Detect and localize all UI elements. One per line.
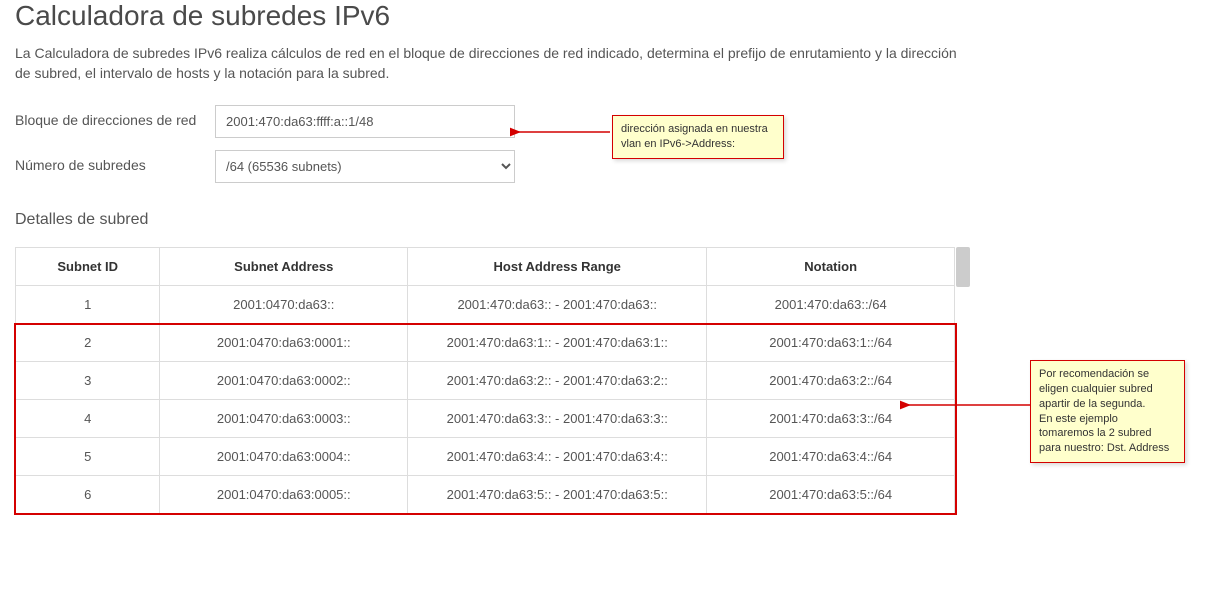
cell-notation: 2001:470:da63:3::/64 (707, 400, 955, 438)
callout-text: apartir de la segunda. (1039, 397, 1176, 412)
callout-address-note: dirección asignada en nuestra vlan en IP… (612, 115, 784, 159)
cell-id: 2 (16, 324, 160, 362)
th-host-range: Host Address Range (408, 248, 707, 286)
cell-range: 2001:470:da63:5:: - 2001:470:da63:5:: (408, 476, 707, 514)
callout-subnet-recommendation: Por recomendación se eligen cualquier su… (1030, 360, 1185, 463)
cell-id: 4 (16, 400, 160, 438)
cell-range: 2001:470:da63:3:: - 2001:470:da63:3:: (408, 400, 707, 438)
cell-notation: 2001:470:da63::/64 (707, 286, 955, 324)
page-title: Calculadora de subredes IPv6 (15, 0, 1198, 32)
scrollbar-thumb[interactable] (956, 247, 970, 287)
callout-text: vlan en IPv6->Address: (621, 137, 775, 152)
cell-range: 2001:470:da63:2:: - 2001:470:da63:2:: (408, 362, 707, 400)
table-row: 32001:0470:da63:0002::2001:470:da63:2:: … (16, 362, 955, 400)
table-row: 12001:0470:da63::2001:470:da63:: - 2001:… (16, 286, 955, 324)
cell-addr: 2001:0470:da63:: (160, 286, 408, 324)
cell-range: 2001:470:da63:: - 2001:470:da63:: (408, 286, 707, 324)
subnet-table-wrapper: Subnet ID Subnet Address Host Address Ra… (15, 247, 970, 514)
th-subnet-address: Subnet Address (160, 248, 408, 286)
callout-text: para nuestro: Dst. Address (1039, 441, 1176, 456)
cell-id: 1 (16, 286, 160, 324)
cell-notation: 2001:470:da63:4::/64 (707, 438, 955, 476)
cell-range: 2001:470:da63:1:: - 2001:470:da63:1:: (408, 324, 707, 362)
cell-notation: 2001:470:da63:2::/64 (707, 362, 955, 400)
table-row: 52001:0470:da63:0004::2001:470:da63:4:: … (16, 438, 955, 476)
cell-addr: 2001:0470:da63:0005:: (160, 476, 408, 514)
cell-notation: 2001:470:da63:5::/64 (707, 476, 955, 514)
subnet-details-heading: Detalles de subred (15, 211, 1198, 229)
th-subnet-id: Subnet ID (16, 248, 160, 286)
network-block-input[interactable] (215, 105, 515, 138)
table-row: 22001:0470:da63:0001::2001:470:da63:1:: … (16, 324, 955, 362)
callout-text: dirección asignada en nuestra (621, 122, 775, 137)
cell-notation: 2001:470:da63:1::/64 (707, 324, 955, 362)
cell-id: 3 (16, 362, 160, 400)
callout-text: eligen cualquier subred (1039, 382, 1176, 397)
cell-addr: 2001:0470:da63:0001:: (160, 324, 408, 362)
table-row: 42001:0470:da63:0003::2001:470:da63:3:: … (16, 400, 955, 438)
block-label: Bloque de direcciones de red (15, 105, 215, 131)
cell-addr: 2001:0470:da63:0003:: (160, 400, 408, 438)
page-description: La Calculadora de subredes IPv6 realiza … (15, 44, 975, 83)
cell-range: 2001:470:da63:4:: - 2001:470:da63:4:: (408, 438, 707, 476)
table-row: 62001:0470:da63:0005::2001:470:da63:5:: … (16, 476, 955, 514)
callout-text: Por recomendación se (1039, 367, 1176, 382)
callout-text: tomaremos la 2 subred (1039, 426, 1176, 441)
cell-addr: 2001:0470:da63:0002:: (160, 362, 408, 400)
callout-text: En este ejemplo (1039, 412, 1176, 427)
subnet-table: Subnet ID Subnet Address Host Address Ra… (15, 247, 955, 514)
cell-id: 5 (16, 438, 160, 476)
subnets-label: Número de subredes (15, 150, 215, 176)
cell-addr: 2001:0470:da63:0004:: (160, 438, 408, 476)
cell-id: 6 (16, 476, 160, 514)
th-notation: Notation (707, 248, 955, 286)
subnet-count-select[interactable]: /64 (65536 subnets) (215, 150, 515, 183)
